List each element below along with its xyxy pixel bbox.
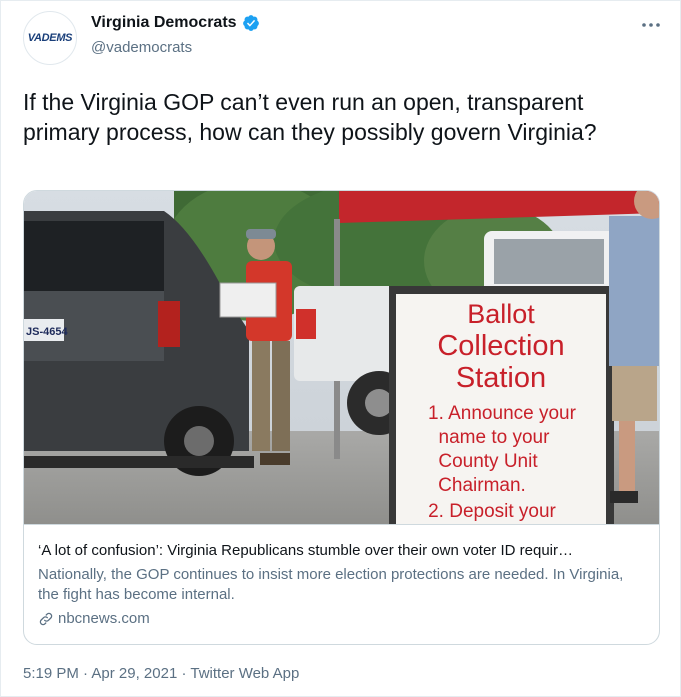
author-name-row: Virginia Democrats — [91, 14, 260, 32]
tweet-time[interactable]: 5:19 PM — [23, 665, 79, 682]
tweet-date[interactable]: Apr 29, 2021 — [91, 665, 177, 682]
card-title[interactable]: ‘A lot of confusion’: Virginia Republica… — [38, 541, 645, 561]
link-icon — [39, 612, 53, 626]
footer-separator: · — [78, 665, 92, 682]
card-description: Nationally, the GOP continues to insist … — [38, 566, 624, 603]
sign-line-2: Collection — [437, 330, 564, 362]
sign-line-8: 2. Deposit your — [428, 501, 556, 522]
sign-line-1: Ballot — [467, 299, 535, 329]
sign-line-6: County Unit — [438, 451, 538, 472]
author-handle[interactable]: @vademocrats — [91, 39, 192, 56]
license-plate: JS-4654 — [26, 326, 68, 338]
card-domain[interactable]: nbcnews.com — [58, 609, 150, 629]
sign-line-3: Station — [456, 362, 546, 394]
link-card[interactable]: JS-4654 Ballot Collection Station 1. Ann… — [23, 190, 660, 645]
tweet-text: If the Virginia GOP can’t even run an op… — [23, 89, 597, 145]
tweet-source[interactable]: Twitter Web App — [190, 665, 299, 682]
sign-line-5: name to your — [439, 427, 551, 448]
verified-badge-icon — [242, 15, 259, 31]
tweet-footer: 5:19 PM · Apr 29, 2021 · Twitter Web App — [23, 665, 299, 682]
card-domain-row[interactable]: nbcnews.com — [38, 609, 645, 629]
card-photo[interactable]: JS-4654 Ballot Collection Station 1. Ann… — [24, 191, 659, 524]
sign-line-7: Chairman. — [438, 475, 526, 496]
avatar[interactable]: VADEMS — [23, 11, 77, 65]
tweet: VADEMS Virginia Democrats @vademocrats I… — [0, 0, 681, 697]
sign-line-4: 1. Announce your — [428, 403, 577, 424]
display-name[interactable]: Virginia Democrats — [91, 14, 237, 32]
more-options-icon[interactable] — [639, 13, 663, 37]
footer-separator: · — [177, 665, 191, 682]
card-meta[interactable]: ‘A lot of confusion’: Virginia Republica… — [24, 524, 659, 644]
ballot-station-photo: JS-4654 Ballot Collection Station 1. Ann… — [24, 191, 659, 524]
vadems-logo: VADEMS — [27, 32, 73, 44]
